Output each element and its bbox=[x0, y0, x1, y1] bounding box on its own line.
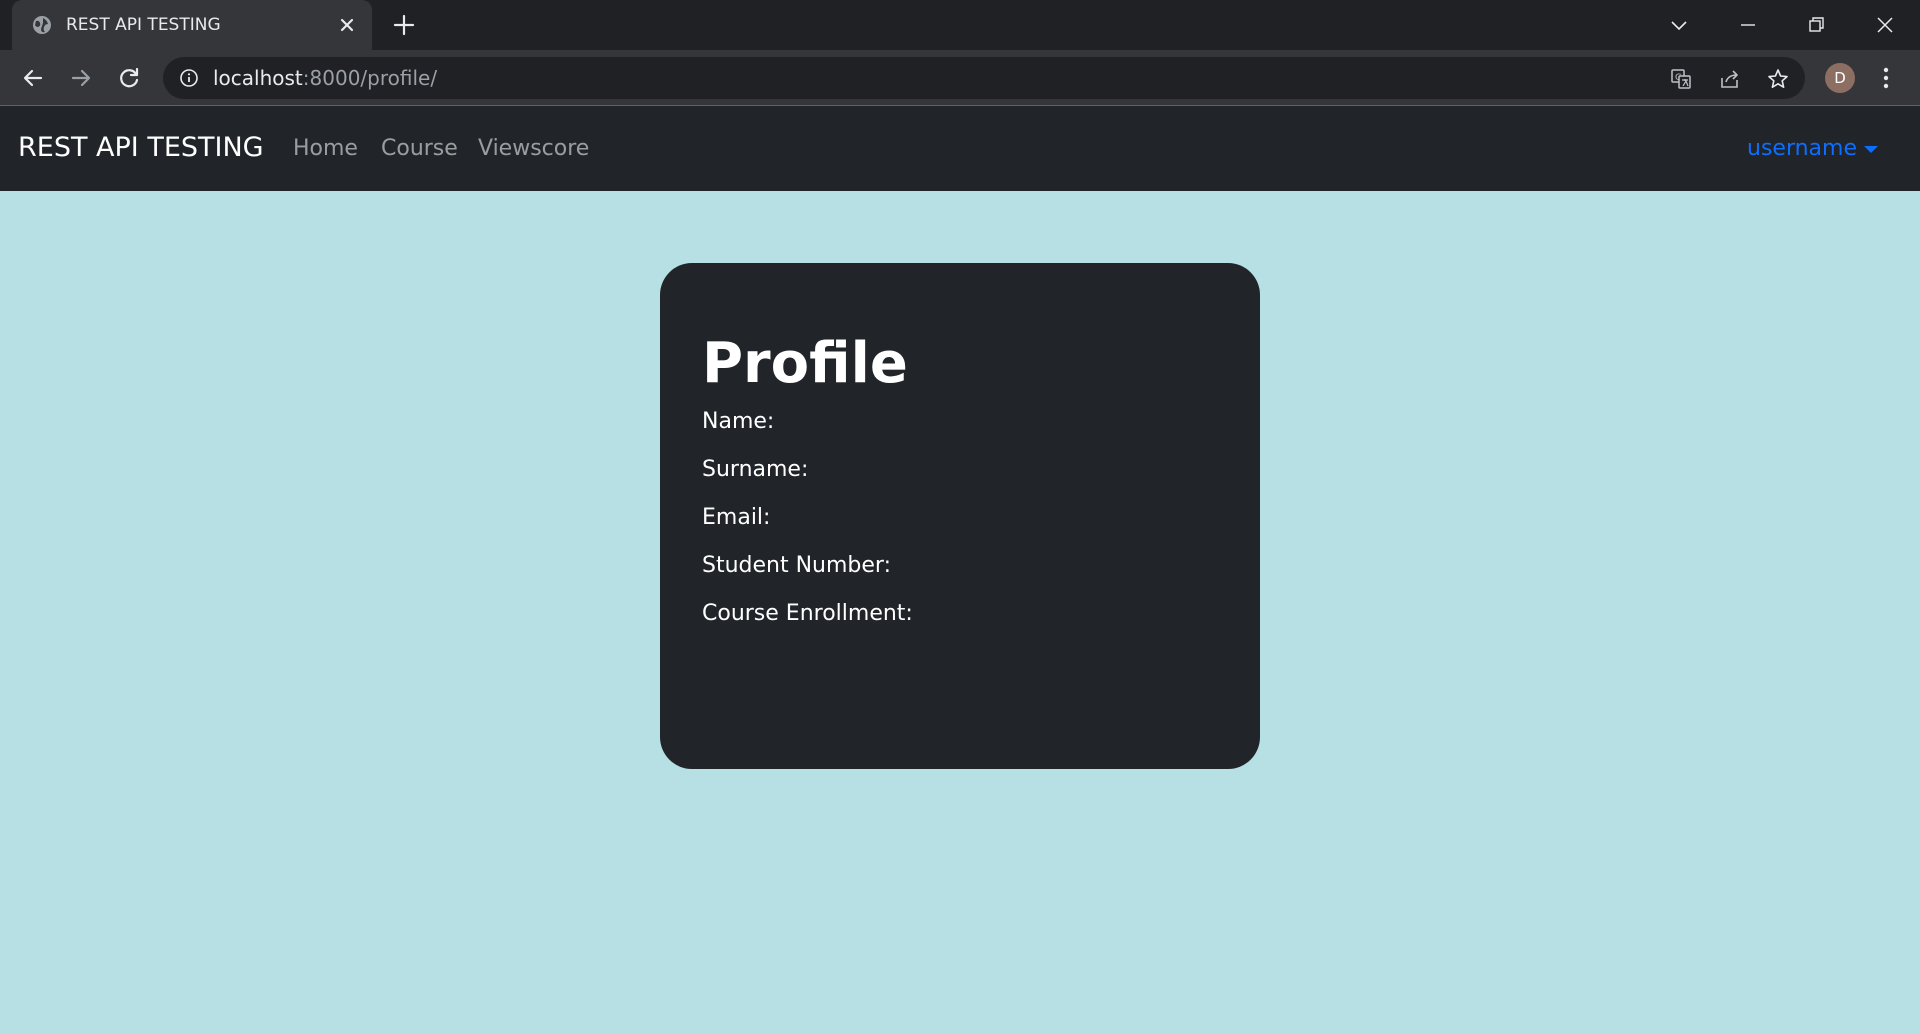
profile-title: Profile bbox=[702, 331, 908, 396]
field-student-number-label: Student Number: bbox=[702, 553, 891, 578]
page-content: Profile Name: Surname: Email: Student Nu… bbox=[0, 191, 1920, 1034]
user-menu-toggle[interactable]: username bbox=[1747, 136, 1857, 162]
chevron-down-icon[interactable] bbox=[1664, 10, 1694, 40]
globe-icon bbox=[32, 15, 52, 35]
field-course-enrollment-label: Course Enrollment: bbox=[702, 601, 913, 626]
kebab-menu-icon[interactable] bbox=[1872, 64, 1900, 92]
translate-icon[interactable]: G bbox=[1670, 68, 1692, 90]
nav-link-course[interactable]: Course bbox=[381, 136, 458, 162]
arrow-left-icon[interactable] bbox=[19, 64, 47, 92]
address-bar[interactable]: localhost:8000/profile/ G bbox=[163, 57, 1805, 99]
browser-tab[interactable]: REST API TESTING bbox=[12, 0, 372, 50]
tab-title: REST API TESTING bbox=[66, 15, 221, 35]
caret-down-icon[interactable] bbox=[1864, 146, 1878, 153]
info-icon[interactable] bbox=[179, 68, 199, 88]
url-text[interactable]: localhost:8000/profile/ bbox=[213, 67, 437, 89]
minimize-icon[interactable] bbox=[1733, 10, 1763, 40]
field-name-label: Name: bbox=[702, 409, 775, 434]
browser-tabstrip: REST API TESTING bbox=[0, 0, 1920, 50]
nav-link-home[interactable]: Home bbox=[293, 136, 358, 162]
arrow-right-icon[interactable] bbox=[67, 64, 95, 92]
star-icon[interactable] bbox=[1767, 68, 1789, 90]
field-email-label: Email: bbox=[702, 505, 771, 530]
nav-link-viewscore[interactable]: Viewscore bbox=[478, 136, 589, 162]
reload-icon[interactable] bbox=[115, 64, 143, 92]
close-window-icon[interactable] bbox=[1870, 10, 1900, 40]
restore-icon[interactable] bbox=[1801, 10, 1831, 40]
profile-card: Profile Name: Surname: Email: Student Nu… bbox=[660, 263, 1260, 769]
url-path: :8000/profile/ bbox=[302, 66, 438, 90]
site-navbar: REST API TESTING Home Course Viewscore u… bbox=[0, 106, 1920, 191]
profile-avatar[interactable]: D bbox=[1825, 63, 1855, 93]
browser-toolbar: localhost:8000/profile/ G D bbox=[0, 50, 1920, 106]
plus-icon[interactable] bbox=[392, 13, 416, 37]
share-icon[interactable] bbox=[1719, 68, 1741, 90]
url-host: localhost bbox=[213, 66, 303, 90]
close-icon[interactable] bbox=[336, 14, 358, 36]
field-surname-label: Surname: bbox=[702, 457, 809, 482]
navbar-brand[interactable]: REST API TESTING bbox=[18, 132, 264, 164]
